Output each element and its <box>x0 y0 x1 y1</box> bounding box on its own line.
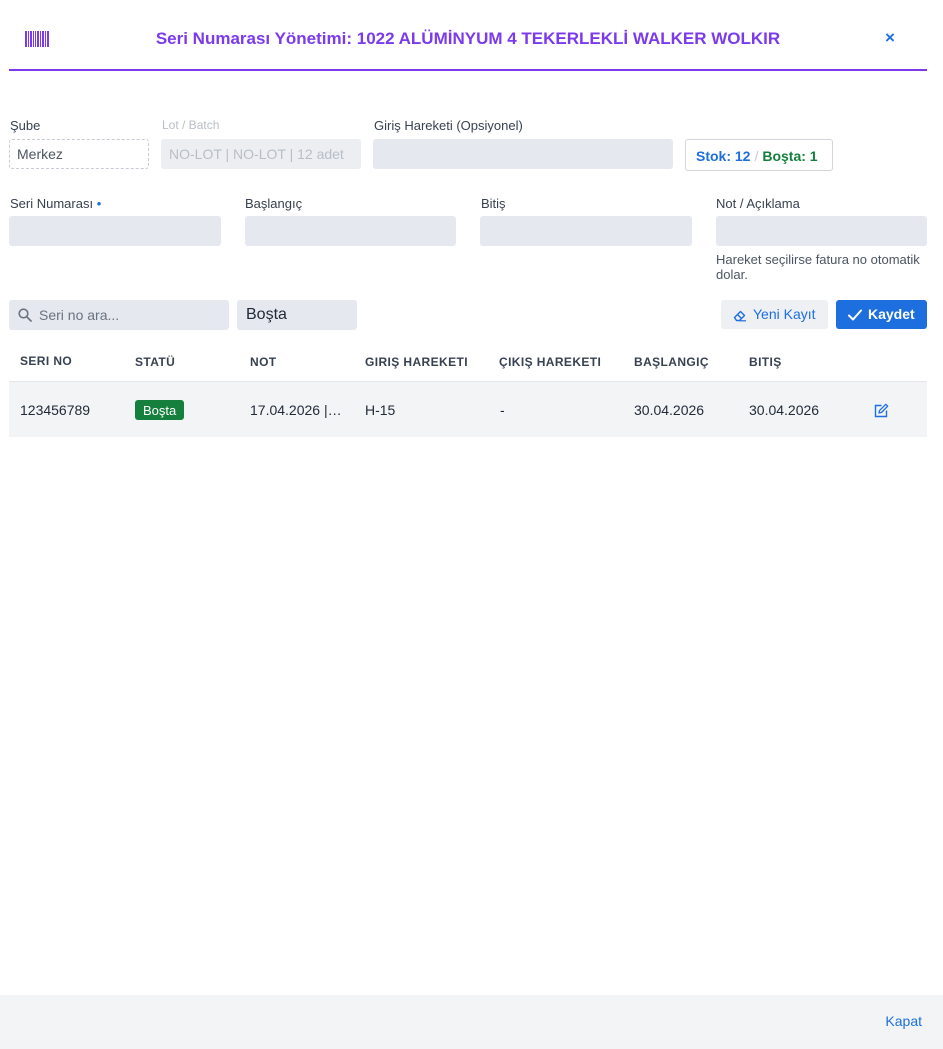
check-icon <box>848 309 862 321</box>
column-header-exit[interactable]: ÇIKIŞ HAREKETI <box>499 355 601 369</box>
search-box <box>9 300 229 330</box>
status-badge: Boşta <box>135 400 185 420</box>
column-header-status[interactable]: STATÜ <box>135 355 175 369</box>
close-button[interactable]: Kapat <box>885 1013 922 1029</box>
stock-summary: Stok: 12/Boşta: 1 <box>685 139 833 171</box>
status-filter-select[interactable]: Boşta <box>237 300 357 330</box>
close-icon[interactable]: × <box>881 28 899 48</box>
save-label: Kaydet <box>868 306 915 322</box>
new-record-label: Yeni Kayıt <box>753 306 816 322</box>
column-header-end[interactable]: BITIŞ <box>749 355 782 369</box>
stock-separator: / <box>754 148 759 164</box>
save-button[interactable]: Kaydet <box>836 300 927 329</box>
serial-number-label-text: Seri Numarası <box>10 196 94 211</box>
cell-exit: - <box>500 402 505 418</box>
table-row[interactable]: 123456789 Boşta 17.04.2026 |… H-15 - 30.… <box>9 381 927 437</box>
entry-movement-label: Giriş Hareketi (Opsiyonel) <box>374 118 523 133</box>
new-record-button[interactable]: Yeni Kayıt <box>721 300 828 329</box>
branch-select[interactable]: Merkez <box>9 139 149 169</box>
lot-label: Lot / Batch <box>162 118 220 132</box>
cell-note: 17.04.2026 |… <box>250 402 342 418</box>
serial-number-label: Seri Numarası • <box>10 196 101 211</box>
column-header-note[interactable]: NOT <box>250 355 277 369</box>
cell-end: 30.04.2026 <box>749 402 820 418</box>
column-header-serial[interactable]: SERI NO <box>20 354 72 368</box>
serial-management-modal: Seri Numarası Yönetimi: 1022 ALÜMİNYUM 4… <box>0 0 943 1049</box>
edit-icon[interactable] <box>873 403 889 419</box>
column-header-start[interactable]: BAŞLANGIÇ <box>634 355 709 369</box>
start-date-label: Başlangıç <box>245 196 303 211</box>
cell-serial: 123456789 <box>20 402 91 418</box>
end-date-label: Bitiş <box>481 196 506 211</box>
modal-header: Seri Numarası Yönetimi: 1022 ALÜMİNYUM 4… <box>9 0 927 71</box>
lot-select: NO-LOT | NO-LOT | 12 adet <box>161 139 361 169</box>
eraser-icon <box>733 310 746 322</box>
cell-start: 30.04.2026 <box>634 402 705 418</box>
entry-movement-select[interactable] <box>373 139 673 169</box>
idle-count: Boşta: 1 <box>762 148 818 164</box>
search-icon <box>18 308 32 322</box>
invoice-hint: Hareket seçilirse fatura no otomatik dol… <box>716 252 920 282</box>
column-header-entry[interactable]: GIRIŞ HAREKETI <box>365 355 468 369</box>
modal-footer: Kapat <box>0 995 943 1049</box>
note-input[interactable] <box>716 216 927 246</box>
start-date-input[interactable] <box>245 216 456 246</box>
cell-entry: H-15 <box>365 402 396 418</box>
stock-count: Stok: 12 <box>696 148 751 164</box>
modal-title: Seri Numarası Yönetimi: 1022 ALÜMİNYUM 4… <box>155 29 781 48</box>
search-input[interactable] <box>39 300 225 330</box>
serial-number-input[interactable] <box>9 216 221 246</box>
note-label: Not / Açıklama <box>716 196 800 211</box>
branch-label: Şube <box>10 118 41 133</box>
required-marker: • <box>96 196 102 211</box>
end-date-input[interactable] <box>480 216 692 246</box>
